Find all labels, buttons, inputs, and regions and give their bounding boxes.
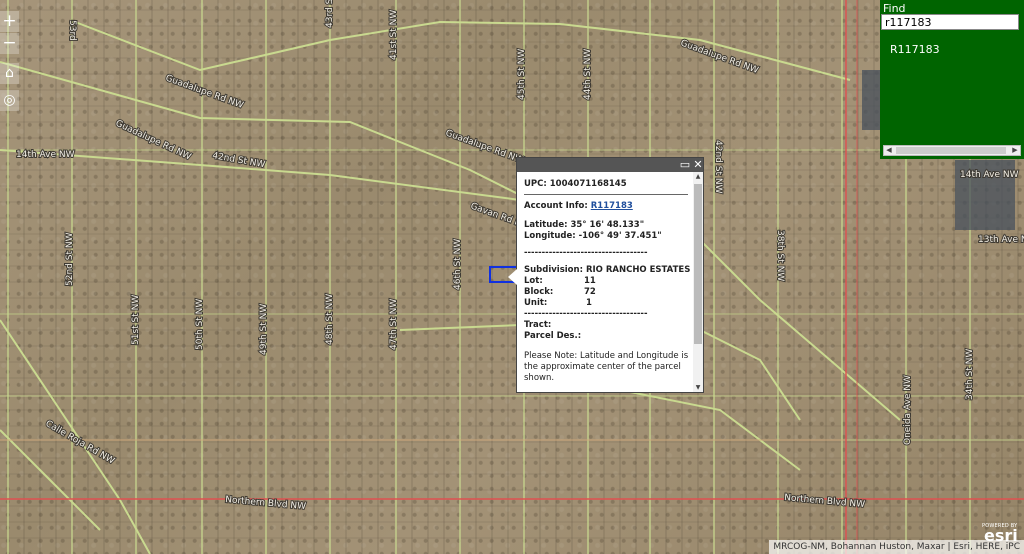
latitude-value: 35° 16' 48.133" bbox=[570, 220, 645, 230]
unit-value: 1 bbox=[586, 298, 592, 308]
find-result-item[interactable]: R117183 bbox=[890, 43, 940, 56]
road-label-guadalupe-1: Guadalupe Rd NW bbox=[164, 73, 245, 111]
separator-line: ----------------------------------- bbox=[524, 248, 648, 258]
road-label-14th-ave-w: 14th Ave NW bbox=[16, 150, 75, 160]
lot-label: Lot: bbox=[524, 276, 543, 286]
road-label-guadalupe-2: Guadalupe Rd NW bbox=[114, 119, 193, 163]
diagonal-road bbox=[519, 384, 801, 471]
diagonal-road bbox=[0, 149, 521, 201]
longitude-label: Longitude: bbox=[524, 231, 576, 241]
subdivision-value: RIO RANCHO ESTATES bbox=[585, 265, 691, 275]
subdivision-label: Subdivision: bbox=[524, 265, 583, 275]
locate-icon[interactable]: ◎ bbox=[0, 90, 19, 111]
account-link[interactable]: R117183 bbox=[591, 201, 633, 211]
road-label-guadalupe-4: Guadalupe Rd NW bbox=[679, 38, 760, 76]
road-label-44th: 44th St NW bbox=[583, 49, 593, 100]
scroll-thumb[interactable] bbox=[896, 147, 1006, 154]
road-label-43rd: 43rd St NW bbox=[325, 0, 335, 28]
diagonal-road bbox=[699, 329, 801, 421]
home-icon[interactable]: ⌂ bbox=[0, 63, 19, 84]
maximize-icon[interactable]: ▭ bbox=[679, 158, 691, 172]
divider bbox=[524, 194, 688, 195]
road-label-53rd: 53rd bbox=[67, 20, 77, 41]
coordinate-note: Please Note: Latitude and Longitude is t… bbox=[524, 351, 689, 383]
block-value: 72 bbox=[584, 287, 596, 297]
close-icon[interactable]: ✕ bbox=[692, 158, 704, 172]
longitude-value: -106° 49' 37.451" bbox=[578, 231, 662, 241]
zoom-in-button[interactable]: + bbox=[0, 11, 19, 32]
lot-value: 11 bbox=[584, 276, 596, 286]
unit-label: Unit: bbox=[524, 298, 548, 308]
account-label: Account Info: bbox=[524, 201, 588, 211]
road-label-northern-e: Northern Blvd NW bbox=[784, 493, 866, 510]
zoom-out-button[interactable]: − bbox=[0, 33, 19, 54]
latitude-label: Latitude: bbox=[524, 220, 568, 230]
popup-scrollbar[interactable]: ▲ ▼ bbox=[693, 172, 703, 392]
solar-array bbox=[862, 70, 882, 130]
road-label-45th: 45th St NW bbox=[517, 49, 527, 100]
road-label-49th: 49th St NW bbox=[259, 304, 269, 355]
road-label-51st: 51st St NW bbox=[131, 295, 141, 345]
upc-value: 1004071168145 bbox=[549, 179, 627, 189]
scroll-up-icon[interactable]: ▲ bbox=[693, 172, 703, 181]
popup-header: ▭ ✕ bbox=[517, 158, 703, 172]
road-label-47th: 47th St NW bbox=[389, 299, 399, 350]
road-label-13th-ave: 13th Ave NW bbox=[978, 235, 1024, 245]
road-label-oneida: Oneida Ave NW bbox=[903, 375, 913, 445]
popup-scroll-thumb[interactable] bbox=[694, 184, 702, 344]
separator-line-2: ----------------------------------- bbox=[524, 309, 648, 319]
scroll-down-icon[interactable]: ▼ bbox=[693, 383, 703, 392]
road-label-14th-ave-e: 14th Ave NW bbox=[960, 170, 1019, 180]
road-label-48th: 48th St NW bbox=[325, 294, 335, 345]
scroll-left-icon[interactable]: ◀ bbox=[884, 146, 894, 155]
find-horizontal-scrollbar[interactable]: ◀ ▶ bbox=[883, 145, 1021, 156]
block-label: Block: bbox=[524, 287, 554, 297]
scroll-right-icon[interactable]: ▶ bbox=[1010, 146, 1020, 155]
popup-content: UPC: 1004071168145 Account Info: R117183… bbox=[517, 172, 693, 392]
road-label-38th: 38th St NW bbox=[775, 230, 785, 281]
road-label-42nd-st-2: 42nd St NW bbox=[713, 140, 723, 194]
parcel-des-label: Parcel Des.: bbox=[524, 331, 582, 341]
road-label-50th: 50th St NW bbox=[195, 299, 205, 350]
road-label-34th: 34th St NW bbox=[965, 349, 975, 400]
popup-pointer bbox=[508, 269, 517, 285]
road-label-46th: 46th St NW bbox=[453, 239, 463, 290]
road-label-52nd: 52nd St NW bbox=[65, 232, 75, 286]
map-attribution: MRCOG-NM, Bohannan Huston, Maxar | Esri,… bbox=[769, 540, 1024, 554]
upc-label: UPC: bbox=[524, 179, 547, 189]
road-label-guadalupe-3: Guadalupe Rd NW bbox=[444, 128, 525, 166]
road-label-41st: 41st St NW bbox=[389, 10, 399, 60]
find-input[interactable] bbox=[881, 14, 1019, 30]
tract-label: Tract: bbox=[524, 320, 552, 330]
parcel-info-popup: ▭ ✕ UPC: 1004071168145 Account Info: R11… bbox=[508, 157, 704, 393]
